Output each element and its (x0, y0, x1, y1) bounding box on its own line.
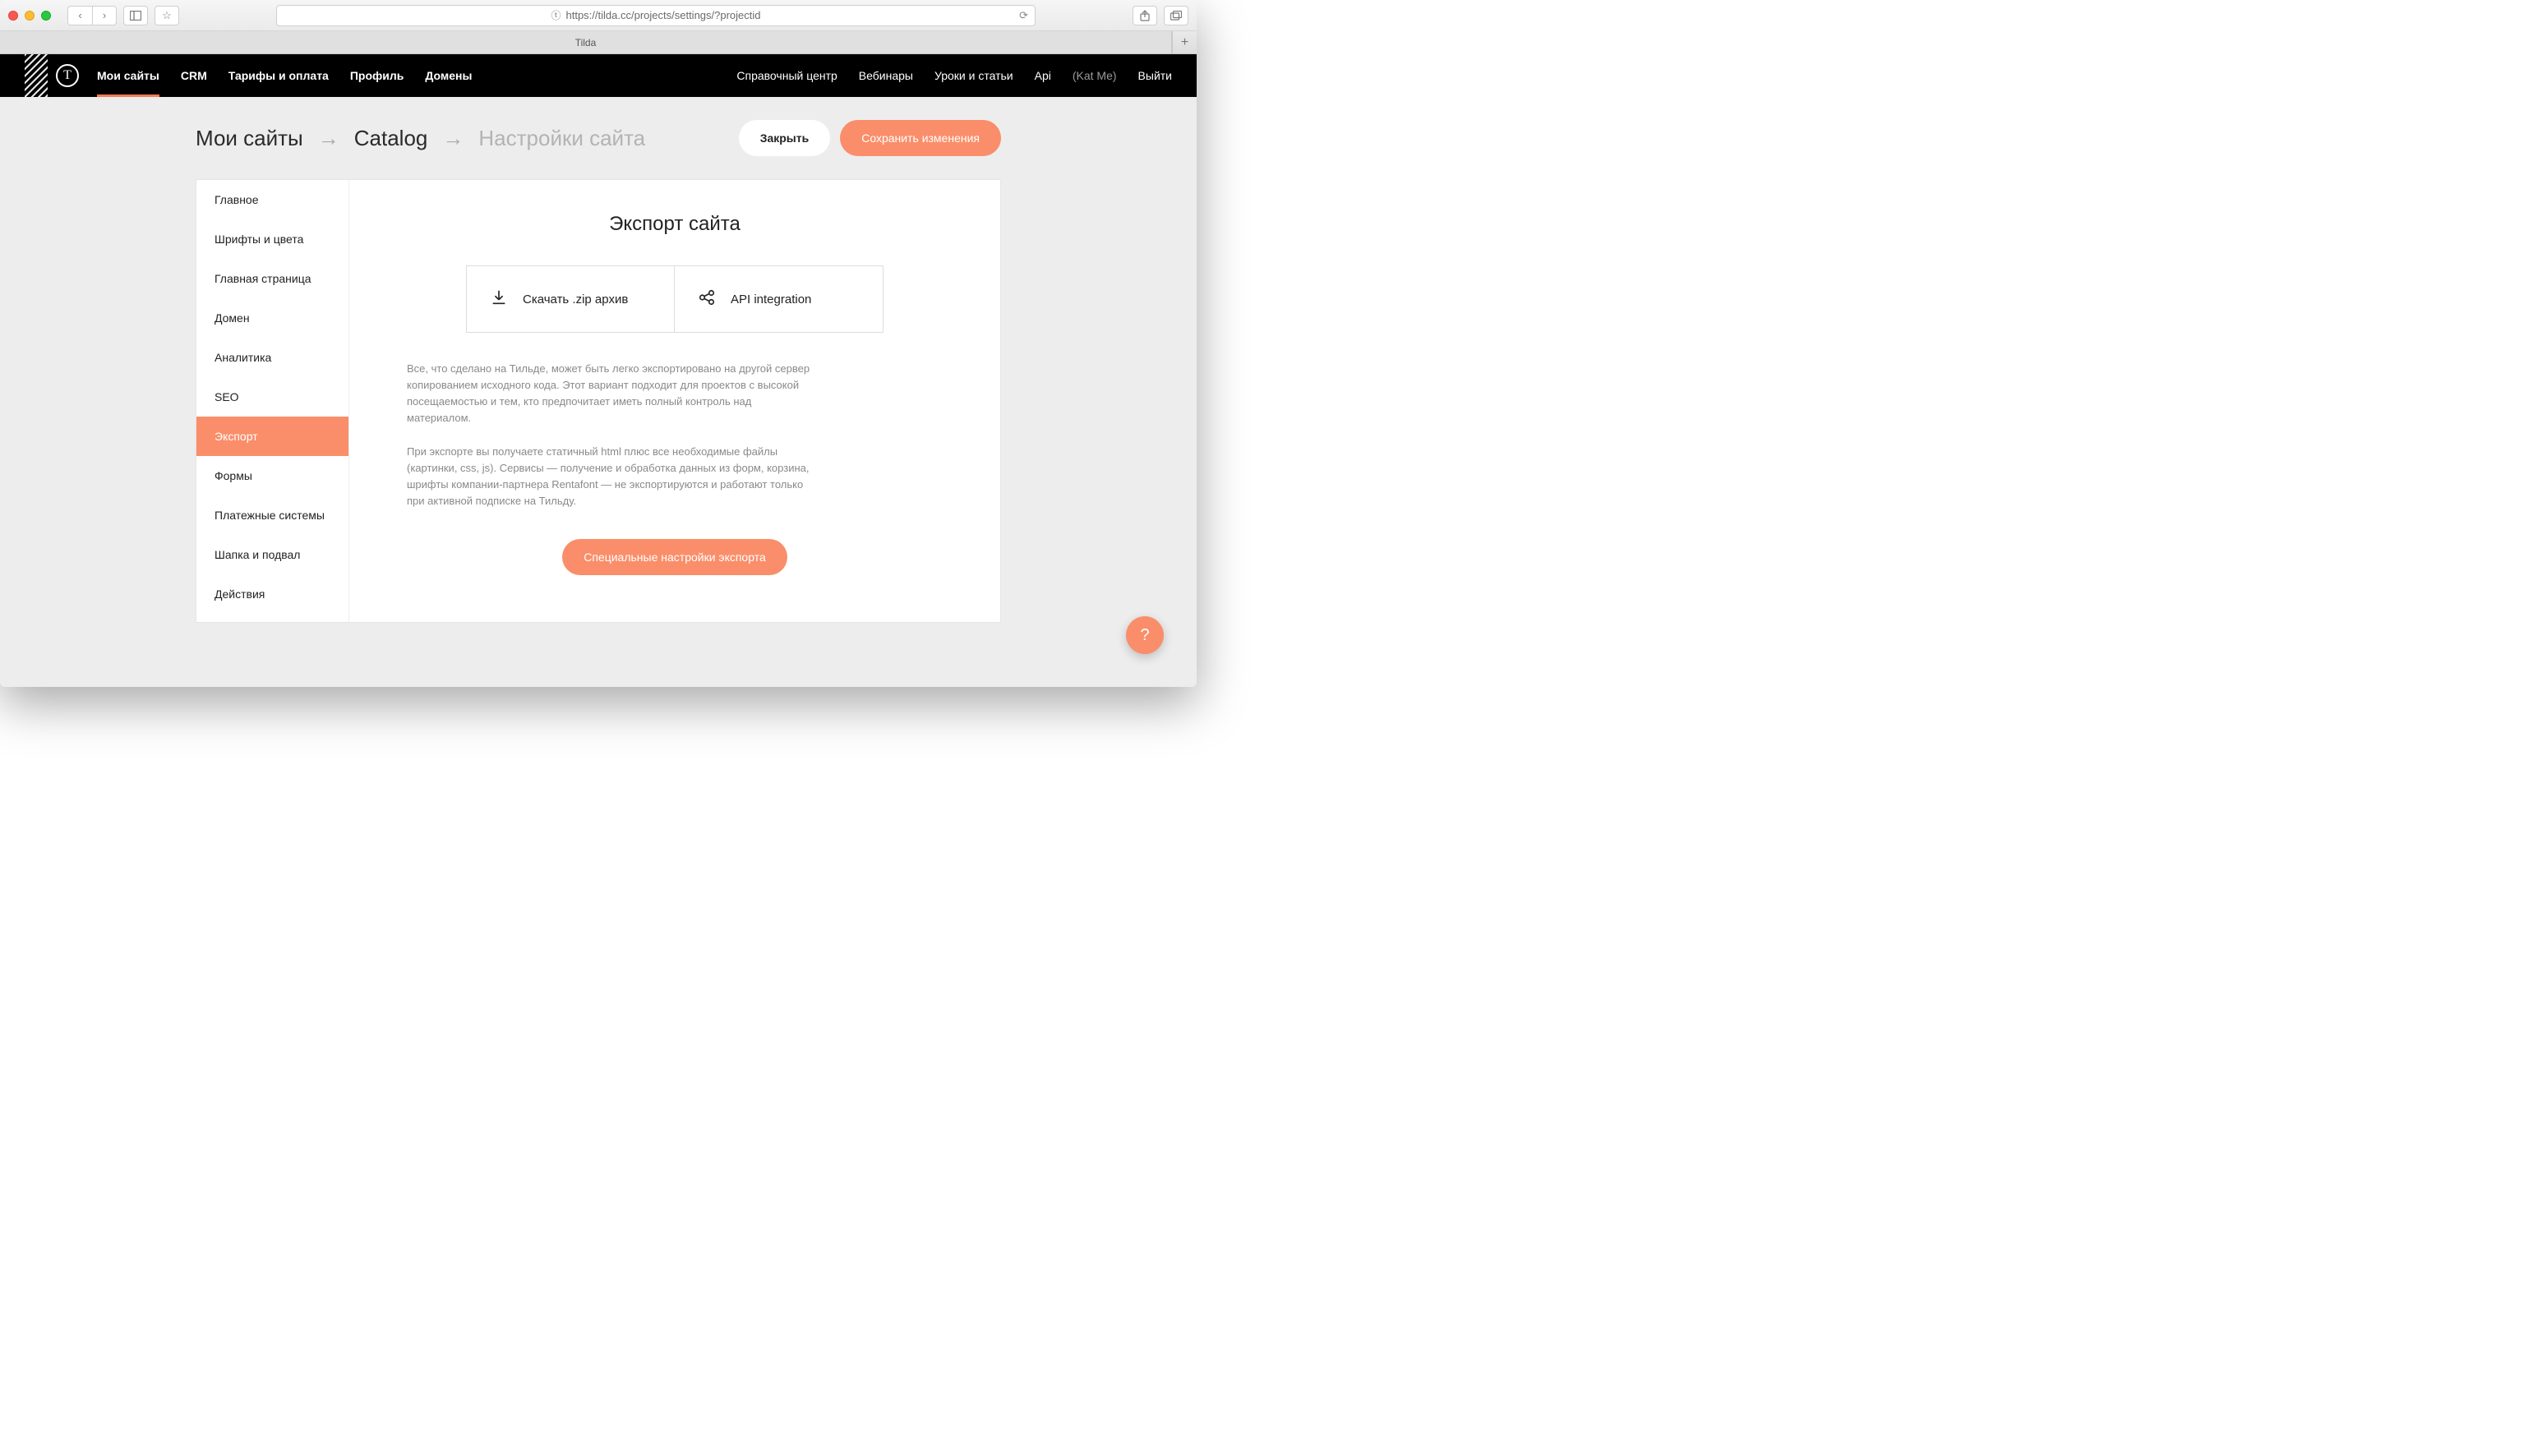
tab-title: Tilda (575, 37, 597, 48)
sidebar-item-0[interactable]: Главное (196, 180, 348, 219)
breadcrumb-current: Настройки сайта (478, 126, 645, 151)
sidebar-item-3[interactable]: Домен (196, 298, 348, 338)
reload-icon[interactable]: ⟳ (1019, 9, 1028, 22)
sidebar-item-5[interactable]: SEO (196, 377, 348, 417)
sidebar-item-4[interactable]: Аналитика (196, 338, 348, 377)
api-icon (698, 288, 716, 310)
download-zip-card[interactable]: Скачать .zip архив (466, 265, 675, 333)
browser-tab[interactable]: Tilda (0, 31, 1172, 53)
page-title: Экспорт сайта (407, 213, 943, 236)
page-scroll[interactable]: Мои сайты → Catalog → Настройки сайта За… (0, 97, 1197, 687)
breadcrumb-project[interactable]: Catalog (354, 126, 428, 151)
sidebar-item-2[interactable]: Главная страница (196, 259, 348, 298)
sidebar-item-1[interactable]: Шрифты и цвета (196, 219, 348, 259)
address-bar[interactable]: ⓣ https://tilda.cc/projects/settings/?pr… (276, 5, 1036, 26)
sidebar-item-9[interactable]: Шапка и подвал (196, 535, 348, 574)
lock-icon: ⓣ (551, 8, 561, 22)
save-button[interactable]: Сохранить изменения (840, 120, 1001, 156)
nav-item-1[interactable]: CRM (181, 54, 207, 97)
settings-content: Экспорт сайта Скачать .zip архив (349, 180, 1000, 622)
minimize-window-button[interactable] (25, 11, 35, 21)
settings-sidebar: ГлавноеШрифты и цветаГлавная страницаДом… (196, 180, 349, 622)
special-export-settings-button[interactable]: Специальные настройки экспорта (562, 539, 787, 575)
settings-panel: ГлавноеШрифты и цветаГлавная страницаДом… (196, 179, 1001, 623)
app: T Мои сайты CRM Тарифы и оплата Профиль Доме… (0, 54, 1197, 687)
nav-item-0[interactable]: Мои сайты (97, 54, 159, 97)
chevron-icon: → (318, 126, 339, 151)
browser-tabbar: Tilda + (0, 31, 1197, 54)
api-integration-card[interactable]: API integration (675, 265, 884, 333)
help-button[interactable]: ? (1126, 616, 1164, 654)
top-nav: T Мои сайты CRM Тарифы и оплата Профиль Доме… (0, 54, 1197, 97)
chevron-icon: → (442, 126, 464, 151)
download-icon (490, 288, 508, 310)
nav-item-2[interactable]: Тарифы и оплата (228, 54, 329, 97)
traffic-lights (8, 11, 51, 21)
sidebar-item-8[interactable]: Платежные системы (196, 495, 348, 535)
close-button[interactable]: Закрыть (739, 120, 831, 156)
sidebar-item-10[interactable]: Действия (196, 574, 348, 614)
breadcrumb-root[interactable]: Мои сайты (196, 126, 303, 151)
nav-secondary-2[interactable]: Уроки и статьи (934, 69, 1013, 82)
description-1: Все, что сделано на Тильде, может быть л… (407, 361, 818, 427)
share-button[interactable] (1133, 6, 1157, 25)
tilda-logo[interactable]: T (56, 64, 79, 87)
browser-window: ‹ › ☆ ⓣ https://tilda.cc/projects/settin… (0, 0, 1197, 687)
sidebar-toggle-button[interactable] (123, 6, 148, 25)
card-label: Скачать .zip архив (523, 293, 628, 306)
description-2: При экспорте вы получаете статичный html… (407, 444, 818, 510)
sidebar-item-6[interactable]: Экспорт (196, 417, 348, 456)
sidebar-item-7[interactable]: Формы (196, 456, 348, 495)
logout-link[interactable]: Выйти (1138, 69, 1172, 82)
nav-item-3[interactable]: Профиль (350, 54, 404, 97)
browser-toolbar: ‹ › ☆ ⓣ https://tilda.cc/projects/settin… (0, 0, 1197, 31)
nav-secondary-1[interactable]: Вебинары (859, 69, 913, 82)
new-tab-button[interactable]: + (1172, 31, 1197, 53)
nav-secondary-3[interactable]: Api (1035, 69, 1051, 82)
pattern-icon (25, 54, 48, 97)
close-window-button[interactable] (8, 11, 18, 21)
nav-item-4[interactable]: Домены (425, 54, 472, 97)
card-label: API integration (731, 293, 811, 306)
breadcrumb: Мои сайты → Catalog → Настройки сайта (196, 126, 645, 151)
nav-secondary-0[interactable]: Справочный центр (736, 69, 837, 82)
tabs-button[interactable] (1164, 6, 1188, 25)
forward-button[interactable]: › (92, 6, 117, 25)
user-label[interactable]: (Kat Me) (1073, 69, 1117, 82)
zoom-window-button[interactable] (41, 11, 51, 21)
back-button[interactable]: ‹ (67, 6, 92, 25)
bookmarks-button[interactable]: ☆ (155, 6, 179, 25)
url-text: https://tilda.cc/projects/settings/?proj… (566, 9, 761, 21)
